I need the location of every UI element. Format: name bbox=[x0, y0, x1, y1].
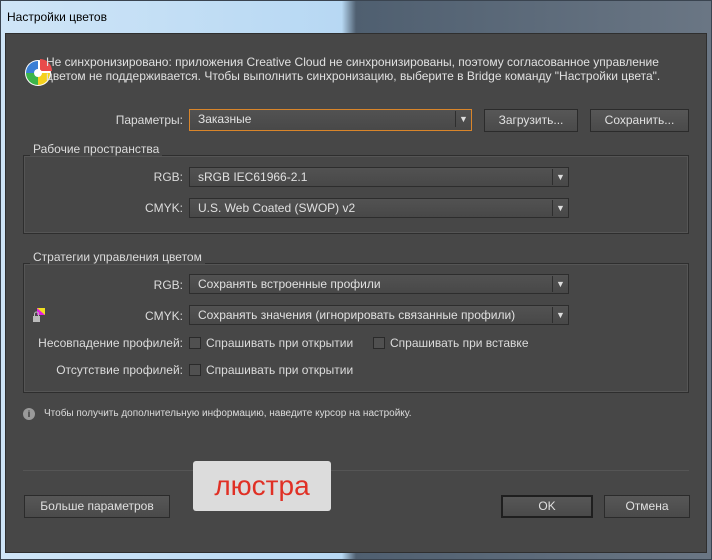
chevron-down-icon: ▼ bbox=[455, 111, 471, 127]
info-text: Чтобы получить дополнительную информацию… bbox=[44, 408, 412, 419]
cancel-button[interactable]: Отмена bbox=[604, 495, 690, 518]
ws-rgb-label: RGB: bbox=[153, 170, 183, 184]
policies-title: Стратегии управления цветом bbox=[30, 250, 205, 264]
pol-rgb-dropdown[interactable]: Сохранять встроенные профили ▼ bbox=[189, 274, 569, 294]
pol-rgb-label: RGB: bbox=[153, 278, 183, 292]
missing-open-label: Спрашивать при открытии bbox=[206, 363, 354, 377]
ok-button[interactable]: OK bbox=[501, 495, 593, 518]
pol-cmyk-label: CMYK: bbox=[144, 309, 183, 323]
pol-cmyk-value: Сохранять значения (игнорировать связанн… bbox=[198, 308, 516, 322]
pol-rgb-value: Сохранять встроенные профили bbox=[198, 277, 381, 291]
missing-label: Отсутствие профилей: bbox=[56, 363, 183, 377]
ws-rgb-value: sRGB IEC61966-2.1 bbox=[198, 170, 308, 184]
ws-cmyk-label: CMYK: bbox=[144, 201, 183, 215]
mismatch-paste-label: Спрашивать при вставке bbox=[390, 336, 529, 350]
dialog-body: Не синхронизировано: приложения Creative… bbox=[5, 33, 707, 553]
ws-rgb-dropdown[interactable]: sRGB IEC61966-2.1 ▼ bbox=[189, 167, 569, 187]
mismatch-open-checkbox[interactable] bbox=[189, 337, 201, 349]
mismatch-paste-checkbox[interactable] bbox=[373, 337, 385, 349]
ws-cmyk-dropdown[interactable]: U.S. Web Coated (SWOP) v2 ▼ bbox=[189, 198, 569, 218]
cmyk-lock-icon bbox=[33, 308, 45, 322]
info-icon: i bbox=[23, 408, 35, 420]
chevron-down-icon: ▼ bbox=[552, 200, 568, 216]
mismatch-label: Несовпадение профилей: bbox=[38, 336, 183, 350]
params-value: Заказные bbox=[198, 112, 252, 126]
chevron-down-icon: ▼ bbox=[552, 276, 568, 292]
chevron-down-icon: ▼ bbox=[552, 307, 568, 323]
mismatch-open-label: Спрашивать при открытии bbox=[206, 336, 354, 350]
ws-cmyk-value: U.S. Web Coated (SWOP) v2 bbox=[198, 201, 356, 215]
workspaces-title: Рабочие пространства bbox=[30, 142, 163, 156]
overlay-label: люстра bbox=[193, 461, 331, 511]
window-title: Настройки цветов bbox=[7, 10, 107, 24]
pol-cmyk-dropdown[interactable]: Сохранять значения (игнорировать связанн… bbox=[189, 305, 569, 325]
chevron-down-icon: ▼ bbox=[552, 169, 568, 185]
more-options-button[interactable]: Больше параметров bbox=[24, 495, 170, 518]
save-button[interactable]: Сохранить... bbox=[590, 109, 689, 132]
load-button[interactable]: Загрузить... bbox=[484, 109, 578, 132]
separator bbox=[23, 470, 689, 471]
params-dropdown[interactable]: Заказные ▼ bbox=[189, 109, 472, 131]
params-label: Параметры: bbox=[115, 113, 183, 127]
missing-open-checkbox[interactable] bbox=[189, 364, 201, 376]
sync-warning-text: Не синхронизировано: приложения Creative… bbox=[46, 55, 661, 83]
